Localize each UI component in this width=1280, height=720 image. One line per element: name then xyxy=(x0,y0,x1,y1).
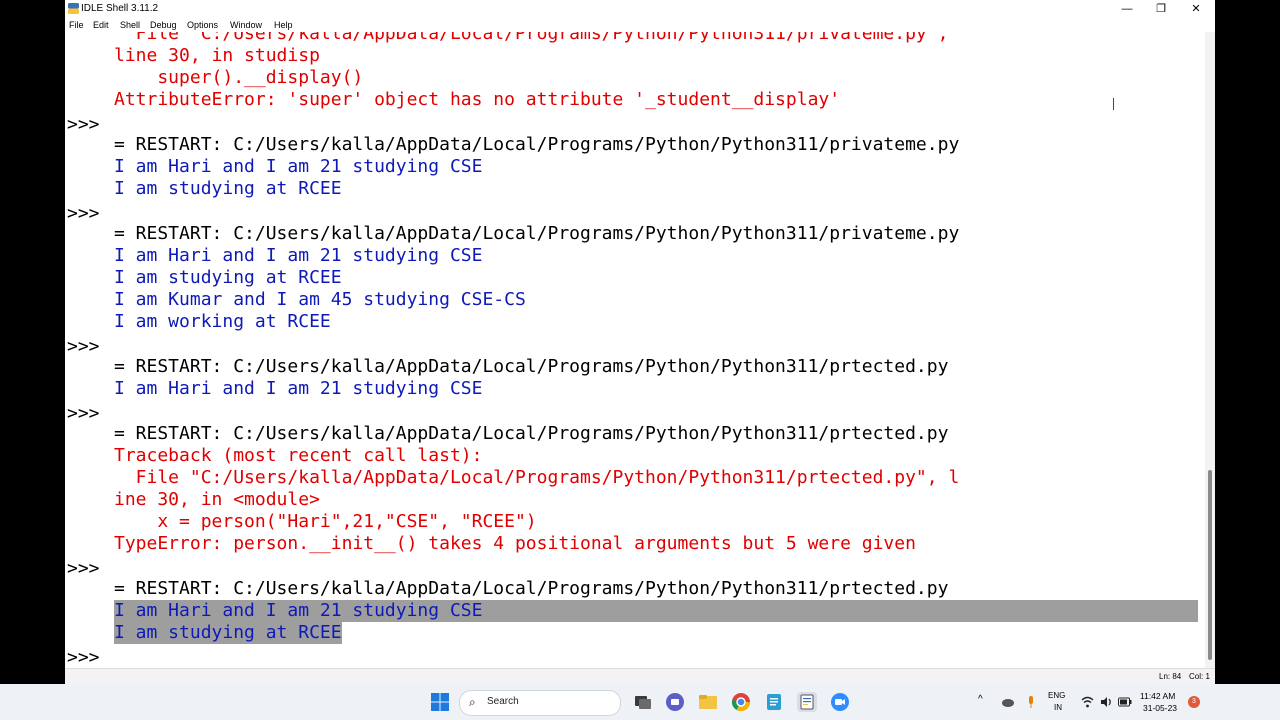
error-message: TypeError: person.__init__() takes 4 pos… xyxy=(114,533,916,554)
text-cursor xyxy=(1113,98,1114,110)
cloud-icon[interactable] xyxy=(1001,695,1015,709)
taskbar-search-box[interactable] xyxy=(459,690,621,716)
active-shell-prompt[interactable]: >>> xyxy=(67,647,100,669)
clock-time[interactable]: 11:42 AM xyxy=(1140,691,1175,701)
close-button[interactable]: ✕ xyxy=(1179,0,1213,18)
status-bar: Ln: 84 Col: 1 xyxy=(65,668,1215,684)
windows-start-icon[interactable] xyxy=(430,692,450,712)
restart-line: = RESTART: C:/Users/kalla/AppData/Local/… xyxy=(114,423,949,444)
traceback-line: line 30, in studisp xyxy=(114,45,320,66)
menu-edit[interactable]: Edit xyxy=(93,19,109,31)
task-view-icon[interactable] xyxy=(633,692,653,712)
wifi-icon[interactable] xyxy=(1081,696,1094,708)
language-region[interactable]: IN xyxy=(1054,703,1062,713)
selected-output-line[interactable]: I am Hari and I am 21 studying CSE xyxy=(114,600,1198,622)
output-line: I am studying at RCEE xyxy=(114,178,342,199)
shell-prompt: >>> xyxy=(67,336,100,357)
output-line: I am Hari and I am 21 studying CSE xyxy=(114,378,483,399)
restart-line: = RESTART: C:/Users/kalla/AppData/Local/… xyxy=(114,134,960,155)
restart-line: = RESTART: C:/Users/kalla/AppData/Local/… xyxy=(114,223,960,244)
traceback-line: super().__display() xyxy=(114,67,364,88)
idle-taskbar-icon[interactable] xyxy=(797,692,817,712)
notification-badge[interactable]: 3 xyxy=(1188,696,1200,708)
output-line: I am studying at RCEE xyxy=(114,267,342,288)
microphone-icon[interactable] xyxy=(1026,695,1036,709)
shell-prompt: >>> xyxy=(67,203,100,224)
menu-file[interactable]: File xyxy=(69,19,84,31)
menu-debug[interactable]: Debug xyxy=(150,19,177,31)
menu-bar: File Edit Shell Debug Options Window Hel… xyxy=(65,18,1215,32)
taskbar: b ^ ENG IN xyxy=(0,684,1280,720)
chat-icon[interactable] xyxy=(665,692,685,712)
zoom-icon[interactable] xyxy=(830,692,850,712)
output-line: I am Hari and I am 21 studying CSE xyxy=(114,245,483,266)
shell-text-area[interactable]: File "C:/Users/kalla/AppData/Local/Progr… xyxy=(111,32,1205,668)
vertical-scrollbar[interactable] xyxy=(1205,32,1215,668)
battery-icon[interactable] xyxy=(1118,696,1132,708)
prompt-gutter: >>> >>> >>> >>> >>> >>> xyxy=(65,32,111,668)
restart-line: = RESTART: C:/Users/kalla/AppData/Local/… xyxy=(114,578,949,599)
chrome-icon[interactable] xyxy=(731,692,751,712)
shell-prompt: >>> xyxy=(67,114,100,135)
traceback-line: File "C:/Users/kalla/AppData/Local/Progr… xyxy=(114,32,949,44)
idle-shell-window: IDLE Shell 3.11.2 — ❐ ✕ File Edit Shell … xyxy=(65,0,1215,684)
maximize-button[interactable]: ❐ xyxy=(1144,0,1178,18)
selected-output-line[interactable]: I am studying at RCEE xyxy=(114,622,342,644)
output-line: I am Hari and I am 21 studying CSE xyxy=(114,156,483,177)
error-message: AttributeError: 'super' object has no at… xyxy=(114,89,841,110)
menu-options[interactable]: Options xyxy=(187,19,218,31)
clock-date[interactable]: 31-05-23 xyxy=(1143,703,1177,713)
language-code[interactable]: ENG xyxy=(1048,691,1065,701)
traceback-line: ine 30, in <module> xyxy=(114,489,320,510)
window-title: IDLE Shell 3.11.2 xyxy=(81,3,159,14)
shell-prompt: >>> xyxy=(67,558,100,579)
traceback-line: File "C:/Users/kalla/AppData/Local/Progr… xyxy=(114,467,960,488)
search-placeholder[interactable]: Search xyxy=(487,696,519,708)
menu-shell[interactable]: Shell xyxy=(120,19,140,31)
traceback-line: Traceback (most recent call last): xyxy=(114,445,483,466)
output-line: I am working at RCEE xyxy=(114,311,331,332)
output-line: I am Kumar and I am 45 studying CSE-CS xyxy=(114,289,526,310)
search-icon: ⌕ xyxy=(469,695,476,709)
shell-prompt: >>> xyxy=(67,403,100,424)
volume-icon[interactable] xyxy=(1099,695,1113,709)
menu-help[interactable]: Help xyxy=(274,19,293,31)
title-bar[interactable]: IDLE Shell 3.11.2 — ❐ ✕ xyxy=(65,0,1215,18)
python-idle-icon xyxy=(68,3,79,14)
column-number: Col: 1 xyxy=(1189,672,1210,681)
chevron-up-icon[interactable]: ^ xyxy=(978,695,983,705)
restart-line: = RESTART: C:/Users/kalla/AppData/Local/… xyxy=(114,356,949,377)
minimize-button[interactable]: — xyxy=(1110,0,1144,18)
menu-window[interactable]: Window xyxy=(230,19,262,31)
notepad-icon[interactable] xyxy=(764,692,784,712)
scrollbar-thumb[interactable] xyxy=(1208,470,1212,660)
file-explorer-icon[interactable] xyxy=(698,692,718,712)
traceback-line: x = person("Hari",21,"CSE", "RCEE") xyxy=(114,511,537,532)
line-number: Ln: 84 xyxy=(1159,672,1182,681)
